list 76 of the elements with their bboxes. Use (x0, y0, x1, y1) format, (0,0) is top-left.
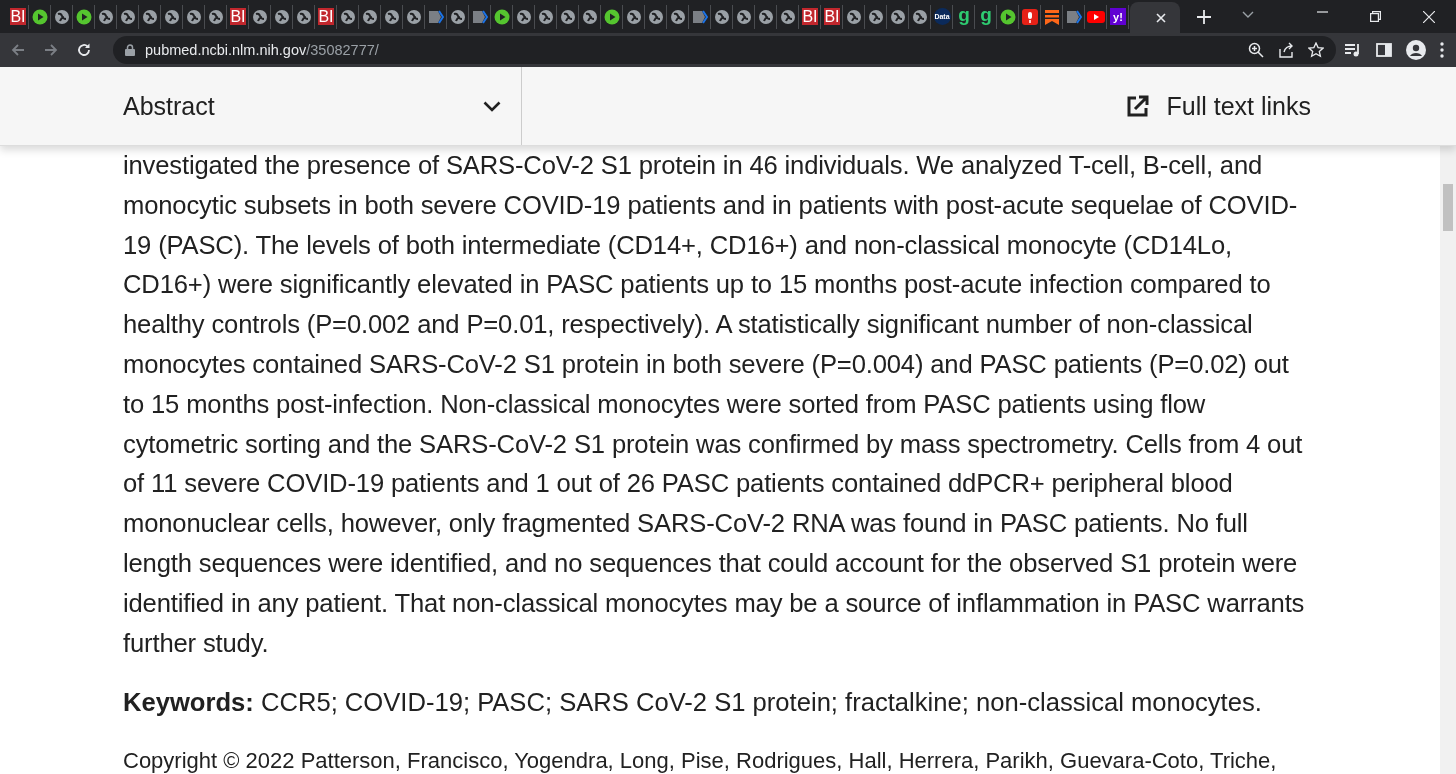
address-bar[interactable]: pubmed.ncbi.nlm.nih.gov/35082777/ (113, 36, 1336, 64)
external-link-icon (1126, 95, 1149, 117)
new-tab-icon[interactable] (1197, 9, 1211, 24)
browser-tab[interactable] (536, 4, 557, 29)
keywords-text: Keywords: CCR5; COVID-19; PASC; SARS CoV-2 S1 protein; fractalkine; non-classical monocytes. (123, 687, 1263, 719)
menu-icon[interactable] (1440, 42, 1444, 58)
browser-tab[interactable] (734, 4, 755, 29)
abstract-text: investigated the presence of SARS-CoV-2 S1 protein in 46 individuals. We analyzed T-cell, B-cell, and monocytic subsets in both severe COVID-19 patients and in patients with post-acute sequelae of COVID-19 (PASC). The levels of both intermediate (CD14+, CD16+) and non-classical monocyte (CD14Lo, CD16+) were significantly elevated in PASC patients up to 15 months post-acute infection compared to healthy controls (P=0.002 and P=0.01, respectively). A statistically significant number of non-classical monocytes contained SARS-CoV-2 S1 protein in both severe (P=0.004) and PASC patients (P=0.02) out to 15 months post-infection. Non-classical monocytes were sorted from PASC patients using flow cytometric sorting and the SARS-CoV-2 S1 protein was confirmed by mass spectrometry. Cells from 4 out of 11 severe COVID-19 patients and 1 out of 26 PASC patients contained ddPCR+ peripheral blood mononuclear cells, however, only fragmented SARS-CoV-2 RNA was found in PASC patients. No full length sequences were identified, and no sequences that could account for the observed S1 protein were identified in any patient. That non-classical monocytes may be a source of inflammation in PASC warrants further study. (123, 150, 1306, 659)
browser-tab[interactable] (514, 4, 535, 29)
close-icon[interactable] (1423, 10, 1435, 23)
scrollbar-thumb[interactable] (1443, 184, 1453, 231)
browser-tab[interactable] (96, 4, 117, 29)
section-dropdown[interactable]: Abstract (0, 67, 522, 145)
browser-tab[interactable] (74, 4, 95, 29)
browser-tab[interactable] (844, 4, 865, 29)
browser-tab[interactable] (778, 4, 799, 29)
browser-tab[interactable] (294, 4, 315, 29)
share-icon[interactable] (1278, 42, 1294, 58)
close-icon[interactable] (1156, 12, 1166, 23)
browser-tab[interactable] (382, 4, 403, 29)
bookmark-icon (1044, 8, 1060, 25)
browser-tab[interactable] (1020, 4, 1041, 29)
browser-tab[interactable] (866, 4, 887, 29)
side-panel-icon[interactable] (1376, 42, 1392, 58)
browser-tab[interactable] (998, 4, 1019, 29)
copyright-text: Copyright © 2022 Patterson, Francisco, Yogendra, Long, Pise, Rodrigues, Hall, Herrera, Parikh, Guevara-Coto, Triche, (123, 747, 1278, 774)
restore-icon[interactable] (1370, 10, 1381, 22)
play-icon (604, 8, 620, 25)
browser-tab[interactable] (448, 4, 469, 29)
forward-icon[interactable] (43, 42, 59, 58)
browser-tab[interactable] (910, 4, 931, 29)
browser-tab[interactable] (756, 4, 777, 29)
browser-tab[interactable] (162, 4, 183, 29)
chevron-down-icon (483, 100, 501, 112)
chevron-down-icon[interactable] (1242, 10, 1254, 19)
browser-tab[interactable] (602, 4, 623, 29)
browser-tab[interactable] (52, 4, 73, 29)
scrollbar[interactable] (1440, 146, 1456, 774)
browser-tab[interactable] (646, 4, 667, 29)
full-text-links[interactable]: Full text links (1166, 91, 1311, 121)
browser-tab[interactable] (140, 4, 161, 29)
play-icon (32, 8, 48, 25)
arrow-icon (428, 8, 444, 25)
arrow-icon (692, 8, 708, 25)
arrow-icon (472, 8, 488, 25)
browser-tab[interactable] (580, 4, 601, 29)
profile-icon[interactable] (1406, 40, 1426, 60)
browser-tab[interactable] (338, 4, 359, 29)
browser-tab[interactable] (558, 4, 579, 29)
play-icon (494, 8, 510, 25)
browser-tab[interactable] (1086, 4, 1107, 29)
browser-tab[interactable] (272, 4, 293, 29)
browser-tab[interactable] (206, 4, 227, 29)
reload-icon[interactable] (76, 42, 92, 58)
back-icon[interactable] (10, 42, 26, 58)
browser-tab[interactable] (184, 4, 205, 29)
minimize-icon[interactable] (1317, 10, 1328, 13)
url-text: pubmed.ncbi.nlm.nih.gov/35082777/ (145, 42, 379, 58)
browser-tab[interactable] (712, 4, 733, 29)
browser-tab[interactable] (30, 4, 51, 29)
play-icon (76, 8, 92, 25)
browser-tab[interactable] (492, 4, 513, 29)
arrow-icon (1066, 8, 1082, 25)
zoom-icon[interactable] (1248, 42, 1264, 58)
browser-tab[interactable] (118, 4, 139, 29)
browser-tab[interactable] (668, 4, 689, 29)
browser-tab[interactable] (404, 4, 425, 29)
browser-tab[interactable] (360, 4, 381, 29)
media-icon[interactable] (1344, 42, 1362, 58)
browser-tab[interactable] (250, 4, 271, 29)
browser-tab[interactable] (888, 4, 909, 29)
star-icon[interactable] (1308, 42, 1324, 58)
lock-icon (125, 44, 135, 56)
video-play-icon (1087, 9, 1105, 24)
play-icon (1000, 8, 1016, 25)
browser-tab[interactable] (624, 4, 645, 29)
